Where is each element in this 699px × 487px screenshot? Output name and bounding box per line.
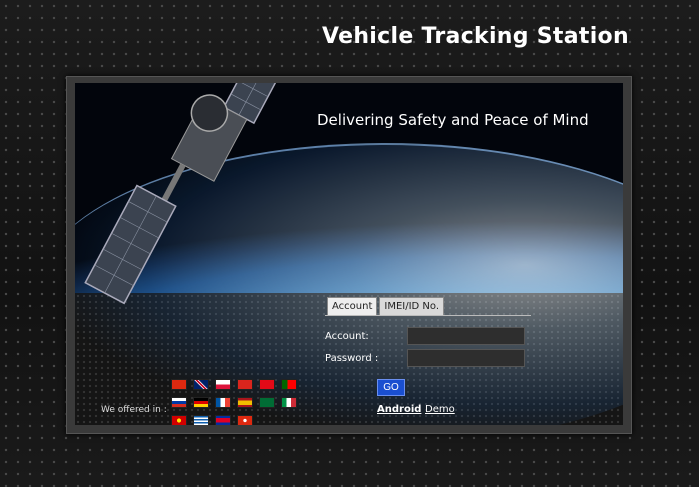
site-title: Vehicle Tracking Station — [322, 24, 629, 49]
uk-flag[interactable] — [193, 379, 209, 390]
hero-tagline: Delivering Safety and Peace of Mind — [317, 111, 589, 129]
vietnam-flag[interactable] — [237, 379, 253, 390]
hong-kong-flag[interactable] — [237, 415, 253, 425]
greece-flag[interactable] — [193, 415, 209, 425]
macedonia-flag[interactable] — [171, 415, 187, 425]
password-input[interactable] — [407, 349, 525, 367]
poland-flag[interactable] — [215, 379, 231, 390]
tab-divider — [325, 315, 531, 316]
login-panel: Delivering Safety and Peace of Mind Acco… — [75, 83, 623, 425]
tab-account[interactable]: Account — [327, 297, 378, 315]
tab-imei-id[interactable]: IMEI/ID No. — [379, 297, 445, 315]
italy-flag[interactable] — [281, 397, 297, 408]
languages-label: We offered in : — [101, 405, 167, 415]
turkey-flag[interactable] — [259, 379, 275, 390]
go-button[interactable]: GO — [377, 379, 405, 396]
satellite-image — [84, 83, 298, 305]
login-tabs: Account IMEI/ID No. — [327, 297, 445, 315]
germany-flag[interactable] — [193, 397, 209, 408]
spain-flag[interactable] — [237, 397, 253, 408]
cambodia-flag[interactable] — [215, 415, 231, 425]
android-link[interactable]: Android — [377, 404, 421, 415]
account-input[interactable] — [407, 327, 525, 345]
login-frame: Delivering Safety and Peace of Mind Acco… — [66, 76, 632, 434]
portugal-flag[interactable] — [281, 379, 297, 390]
password-label: Password : — [325, 353, 379, 364]
account-label: Account: — [325, 331, 369, 342]
demo-link[interactable]: Demo — [425, 404, 455, 415]
saudi-arabia-flag[interactable] — [259, 397, 275, 408]
russia-flag[interactable] — [171, 397, 187, 408]
france-flag[interactable] — [215, 397, 231, 408]
china-flag[interactable] — [171, 379, 187, 390]
